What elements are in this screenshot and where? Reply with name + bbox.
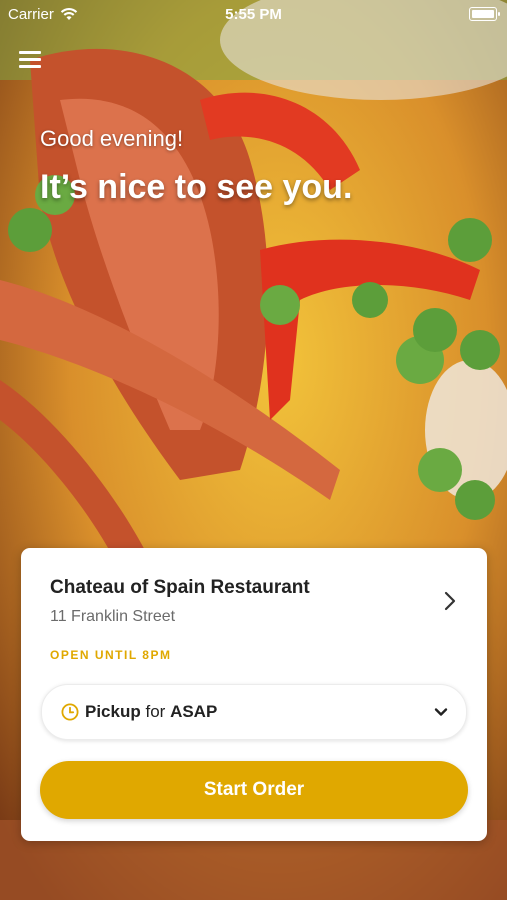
start-order-button[interactable]: Start Order [40,761,468,819]
battery-icon [469,7,500,21]
order-mode-time: ASAP [170,702,218,721]
status-bar: Carrier 5:55 PM [0,0,507,28]
hamburger-menu-icon[interactable] [19,49,41,69]
order-mode-type: Pickup [85,702,141,721]
app-screen: Carrier 5:55 PM Good evening! It’s nice … [0,0,507,900]
clock-icon [61,703,79,721]
restaurant-name[interactable]: Chateau of Spain Restaurant [50,577,310,599]
opening-hours-badge: OPEN UNTIL 8PM [50,648,172,662]
restaurant-address: 11 Franklin Street [50,608,176,625]
greeting-text: Good evening! [40,126,184,151]
clock-time: 5:55 PM [225,6,282,23]
welcome-headline: It’s nice to see you. [40,168,353,206]
restaurant-card: Chateau of Spain Restaurant 11 Franklin … [21,548,487,841]
order-mode-connector: for [145,702,166,721]
order-mode-text: Pickup for ASAP [85,702,217,722]
order-mode-selector[interactable]: Pickup for ASAP [41,684,467,740]
chevron-down-icon[interactable] [434,705,448,719]
chevron-right-icon[interactable] [439,590,461,612]
